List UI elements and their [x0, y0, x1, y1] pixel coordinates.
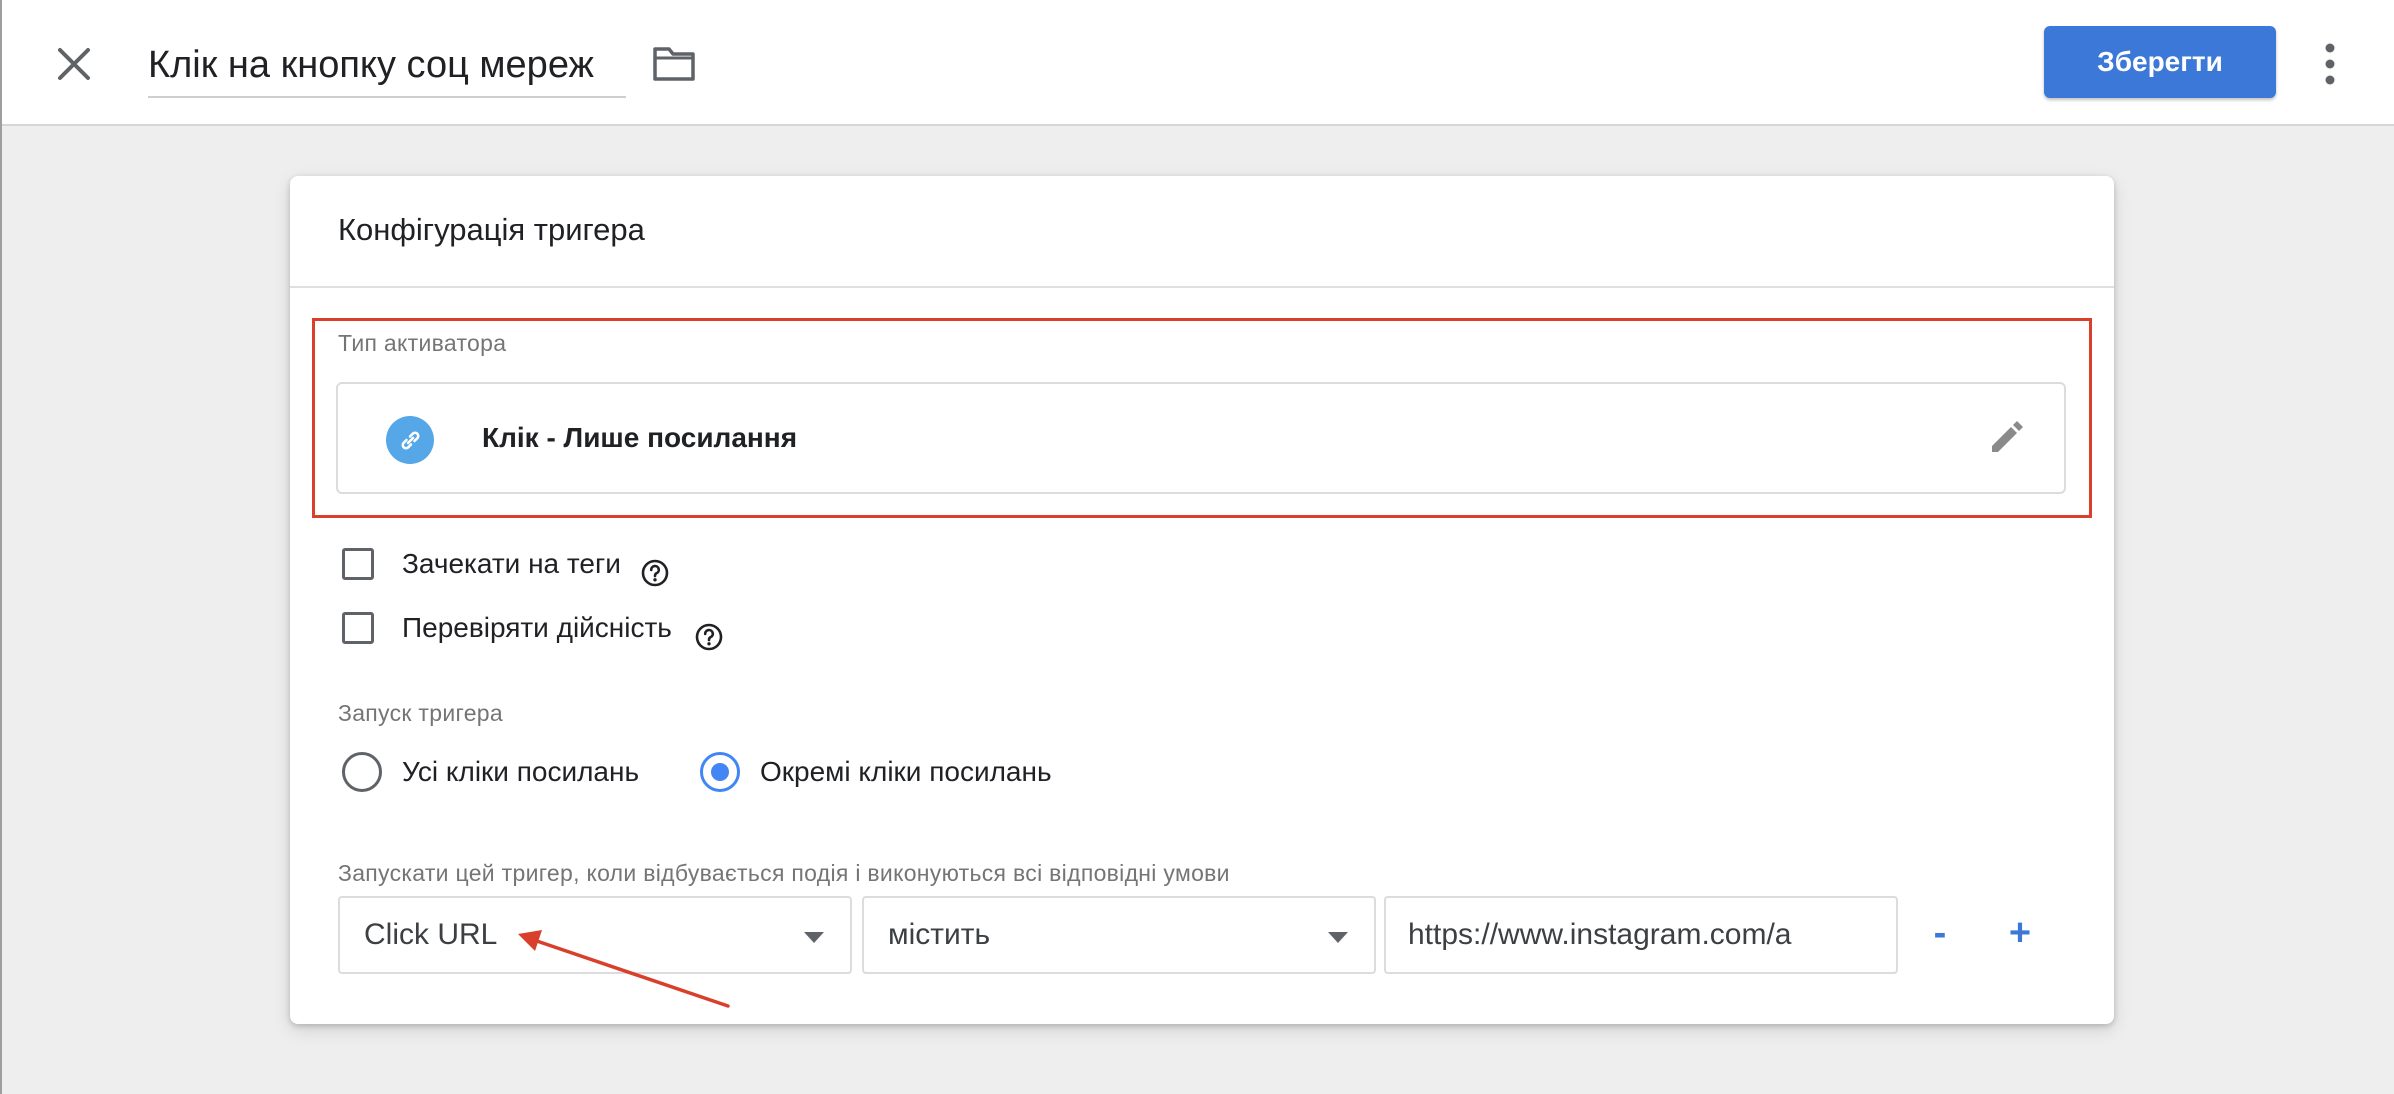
trigger-type-label: Тип активатора — [338, 330, 507, 356]
chevron-down-icon — [804, 932, 824, 943]
variable-dropdown[interactable]: Click URL — [338, 896, 852, 974]
card-divider — [290, 286, 2114, 288]
trigger-name-input[interactable]: Клік на кнопку соц мереж — [148, 38, 626, 98]
add-condition-button[interactable]: + — [1994, 898, 2046, 968]
wait-for-tags-label: Зачекати на теги — [402, 548, 621, 579]
save-button[interactable]: Зберегти — [2044, 26, 2276, 98]
window-edge — [0, 0, 2, 1094]
check-validation-label: Перевіряти дійсність — [402, 612, 672, 643]
editor-header: Клік на кнопку соц мереж Зберегти — [2, 0, 2394, 126]
all-link-clicks-radio[interactable] — [342, 752, 382, 792]
condition-value-field[interactable] — [1384, 896, 1898, 974]
all-link-clicks-label: Усі кліки посилань — [402, 756, 640, 787]
chevron-down-icon — [1328, 932, 1348, 943]
trigger-type-value: Клік - Лише посилання — [482, 422, 798, 453]
close-icon — [58, 48, 90, 80]
some-link-clicks-option[interactable]: Окремі кліки посилань — [700, 752, 1080, 796]
folder-button[interactable] — [652, 44, 696, 84]
card-title: Конфігурація тригера — [338, 212, 645, 247]
operator-value: містить — [888, 918, 991, 951]
some-link-clicks-label: Окремі кліки посилань — [760, 756, 1052, 787]
condition-value-input[interactable] — [1408, 912, 1810, 958]
wait-for-tags-checkbox[interactable] — [342, 548, 374, 580]
trigger-configuration-card: Конфігурація тригера Тип активатора Клік… — [290, 176, 2114, 1024]
close-button[interactable] — [54, 44, 94, 84]
all-link-clicks-option[interactable]: Усі кліки посилань — [342, 752, 672, 796]
check-validation-checkbox[interactable] — [342, 612, 374, 644]
link-icon — [386, 416, 434, 464]
remove-condition-button[interactable]: - — [1914, 898, 1966, 968]
edit-pencil-icon[interactable] — [1986, 416, 2028, 458]
wait-for-tags-option[interactable]: Зачекати на теги — [342, 548, 762, 588]
firing-section-label: Запуск тригера — [338, 700, 503, 726]
variable-value: Click URL — [364, 918, 498, 951]
more-vert-icon — [2325, 43, 2335, 85]
more-options-button[interactable] — [2316, 40, 2344, 88]
check-validation-option[interactable]: Перевіряти дійсність — [342, 612, 802, 652]
condition-label: Запускати цей тригер, коли відбувається … — [338, 860, 1230, 886]
trigger-type-selector[interactable]: Клік - Лише посилання — [336, 382, 2066, 494]
help-icon[interactable] — [640, 558, 670, 588]
operator-dropdown[interactable]: містить — [862, 896, 1376, 974]
folder-icon — [653, 47, 695, 81]
help-icon[interactable] — [694, 622, 724, 652]
some-link-clicks-radio[interactable] — [700, 752, 740, 792]
